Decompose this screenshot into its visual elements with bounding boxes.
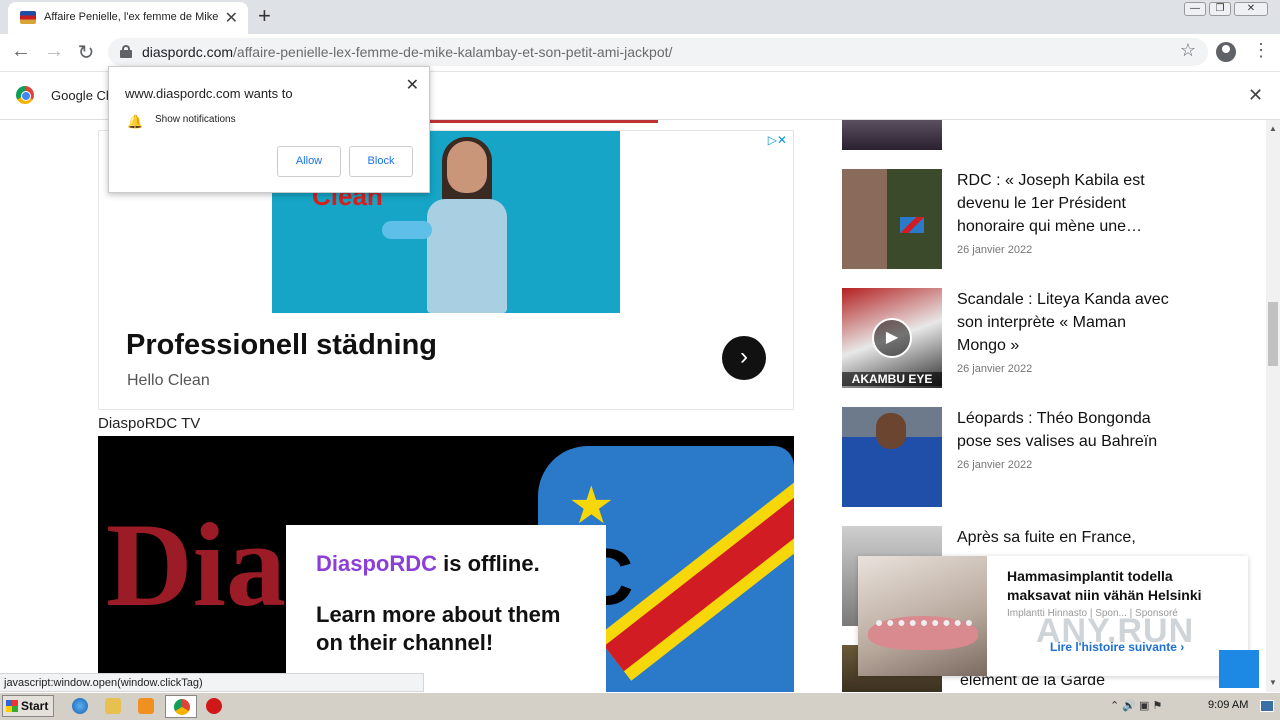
lock-icon[interactable] [120,45,132,58]
back-button[interactable]: ← [8,40,34,63]
scroll-down-arrow-icon[interactable]: ▼ [1266,676,1280,690]
scroll-top-button[interactable] [1219,650,1259,688]
article-date: 26 janvier 2022 [957,244,1033,256]
article-thumbnail[interactable] [842,169,942,269]
article-title[interactable]: Après sa fuite en France, [957,526,1177,549]
internet-explorer-icon[interactable] [72,698,88,714]
ad-title[interactable]: Professionell städning [126,329,437,362]
restore-button[interactable]: ❐ [1209,2,1231,16]
show-desktop-icon[interactable] [1260,700,1274,712]
new-tab-button[interactable]: + [258,3,271,29]
thumbnail-caption: AKAMBU EYE [842,372,942,386]
chrome-taskbar-button[interactable] [165,695,197,718]
article-thumbnail[interactable]: ▶ AKAMBU EYE [842,288,942,388]
bookmark-star-icon[interactable]: ☆ [1180,40,1196,61]
opera-icon[interactable] [206,698,222,714]
ad-person-image [382,137,512,313]
list-item[interactable]: ▶ AKAMBU EYE Scandale : Liteya Kanda ave… [842,288,1172,388]
browser-menu-icon[interactable]: ⋮ [1252,40,1270,61]
address-bar[interactable]: diaspordc.com/affaire-penielle-lex-femme… [108,38,1208,66]
tray-icons[interactable]: ⌃ 🔊 ▣ ⚑ [1110,699,1162,712]
status-bar: javascript:window.open(window.clickTag) [0,673,424,692]
video-bg-text-left: Dia [106,498,286,631]
learn-more-text: Learn more about them on their channel! [316,602,561,655]
red-divider [430,120,658,123]
block-button[interactable]: Block [349,146,413,177]
article-title[interactable]: Léopards : Théo Bongonda pose ses valise… [957,407,1177,453]
list-item[interactable]: Léopards : Théo Bongonda pose ses valise… [842,407,1172,507]
clock[interactable]: 9:09 AM [1208,699,1248,711]
offline-message: DiaspoRDC is offline. [316,551,540,576]
scrollbar-thumb[interactable] [1268,302,1278,366]
start-button[interactable]: Start [2,695,54,717]
media-player-icon[interactable] [138,698,154,714]
section-heading: DiaspoRDC TV [98,415,201,432]
forward-button[interactable]: → [41,40,67,63]
list-item[interactable]: RDC : « Joseph Kabila est devenu le 1er … [842,169,1172,269]
allow-button[interactable]: Allow [277,146,341,177]
ad-arrow-button[interactable]: › [722,336,766,380]
page-scrollbar[interactable] [1266,120,1280,692]
notification-permission-dialog: www.diaspordc.com wants to ✕ 🔔 Show noti… [108,66,430,193]
url-text[interactable]: diaspordc.com/affaire-penielle-lex-femme… [142,44,672,60]
sponsored-headline[interactable]: Hammasimplantit todella maksavat niin vä… [1007,567,1237,605]
chrome-logo-icon [16,86,34,104]
dialog-title: www.diaspordc.com wants to [125,86,293,101]
window-close-button[interactable]: ✕ [1234,2,1268,16]
tab-title: Affaire Penielle, l'ex femme de Mike K [44,11,222,23]
bell-icon: 🔔 [127,114,144,129]
chrome-icon [174,699,190,715]
sponsored-image[interactable] [858,556,987,676]
reload-button[interactable]: ↻ [73,40,99,65]
list-item[interactable] [842,120,1172,150]
permission-text: Show notifications [155,114,236,125]
anyrun-watermark: ANY.RUN [1036,612,1195,650]
article-thumbnail[interactable] [842,120,942,150]
article-date: 26 janvier 2022 [957,363,1033,375]
profile-avatar-icon[interactable] [1216,42,1236,62]
channel-name[interactable]: DiaspoRDC [316,551,437,576]
adchoices-icon[interactable]: ▷✕ [768,133,787,147]
article-title[interactable]: Scandale : Liteya Kanda avec son interpr… [957,288,1177,357]
windows-logo-icon [6,700,18,712]
article-thumbnail[interactable] [842,407,942,507]
video-embed[interactable]: Dia ★ DC DiaspoRDC is offline. Learn mor… [98,436,794,692]
offline-card[interactable]: DiaspoRDC is offline. Learn more about t… [286,525,606,692]
infobar-text: Google Ch [51,88,114,103]
play-icon[interactable]: ▶ [872,318,912,358]
scroll-up-arrow-icon[interactable]: ▲ [1266,122,1280,136]
browser-tab[interactable]: Affaire Penielle, l'ex femme de Mike K ✕ [8,2,248,34]
ad-subtitle[interactable]: Hello Clean [127,372,210,390]
infobar-close-icon[interactable]: ✕ [1248,85,1263,106]
site-favicon-icon [20,11,36,24]
dialog-close-icon[interactable]: ✕ [406,75,419,95]
tab-close-icon[interactable]: ✕ [225,8,238,28]
minimize-button[interactable]: — [1184,2,1206,16]
article-date: 26 janvier 2022 [957,459,1033,471]
folder-icon[interactable] [105,698,121,714]
article-title[interactable]: RDC : « Joseph Kabila est devenu le 1er … [957,169,1177,238]
